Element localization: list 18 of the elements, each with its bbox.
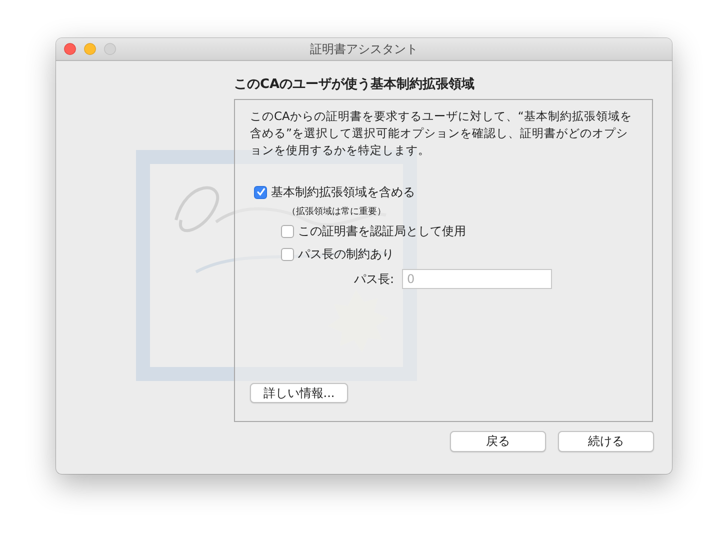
section-heading: このCAのユーザが使う基本制約拡張領域 [234, 76, 476, 93]
details-button[interactable]: 詳しい情報... [250, 383, 348, 403]
path-length-label: パス長: [352, 270, 394, 288]
path-length-field[interactable]: 0 [402, 269, 552, 289]
footer-button[interactable]: 戻る [450, 431, 546, 452]
note-text: （拡張領域は常に重要） [286, 206, 387, 218]
checkbox-option[interactable]: パス長の制約あり [281, 246, 466, 262]
minimize-icon[interactable] [84, 43, 96, 55]
checkbox-option[interactable]: この証明書を認証局として使用 [281, 223, 466, 239]
checkbox[interactable] [254, 186, 267, 198]
checkbox[interactable] [281, 248, 294, 260]
checkbox-option[interactable]: 基本制約拡張領域を含める [254, 184, 466, 200]
footer-button[interactable]: 続ける [558, 431, 654, 452]
checkbox[interactable] [281, 224, 294, 238]
description-text: このCAからの証明書を要求するユーザに対して、“基本制約拡張領域を含める”を選択して選択可能オプションを確認し、証明書がどのオプションを使用するかを特定します。 [250, 108, 633, 159]
zoom-icon [104, 43, 116, 55]
window-title: 証明書アシスタント [310, 40, 418, 58]
close-icon[interactable] [64, 43, 76, 55]
